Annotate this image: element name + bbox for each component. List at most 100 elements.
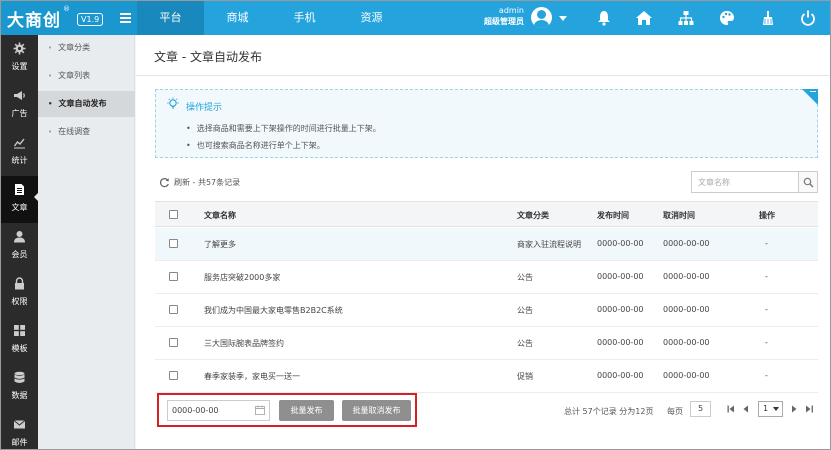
- cell-name: 三大国际腕表品牌签约: [204, 339, 284, 348]
- select-all-checkbox[interactable]: [169, 210, 178, 219]
- column-header-actions: 操作: [759, 211, 775, 220]
- search-input[interactable]: [691, 171, 799, 193]
- lightbulb-icon: [167, 97, 179, 109]
- sidebar-item-label: 统计: [11, 156, 28, 165]
- first-page-icon[interactable]: [727, 405, 736, 413]
- next-page-icon[interactable]: [791, 405, 798, 413]
- user-role: 超级管理员: [484, 17, 524, 26]
- cell-cancel-time: 0000-00-00: [663, 272, 710, 281]
- row-checkbox[interactable]: [169, 371, 178, 380]
- sidebar-item-mail[interactable]: 邮件: [1, 411, 38, 449]
- cell-name: 春季家装季，家电买一送一: [204, 372, 300, 381]
- cell-cancel-time: 0000-00-00: [663, 338, 710, 347]
- app-window: 大商创 ® V1.9 平台 商城 手机 资源 admin 超级管理员 设置 广告…: [0, 0, 831, 450]
- user-info[interactable]: admin 超级管理员: [476, 5, 524, 27]
- page-title: 文章 - 文章自动发布: [154, 50, 262, 64]
- current-page: 1: [763, 404, 769, 413]
- cell-publish-time: 0000-00-00: [597, 239, 644, 248]
- submenu-item-online-survey[interactable]: 在线调查: [38, 119, 135, 145]
- cell-category: 公告: [517, 339, 533, 348]
- table-row[interactable]: 我们成为中国最大家电零售B2B2C系统 公告 0000-00-00 0000-0…: [155, 294, 818, 327]
- sidebar-item-label: 权限: [11, 297, 28, 306]
- batch-publish-button[interactable]: 批量发布: [279, 400, 334, 421]
- main-content: 文章 - 文章自动发布 操作提示 选择商品和需要上下架操作的时间进行批量上下架。…: [136, 35, 830, 449]
- mail-icon: [13, 420, 26, 429]
- sidebar-item-members[interactable]: 会员: [1, 223, 38, 270]
- cell-publish-time: 0000-00-00: [597, 305, 644, 314]
- document-icon: [15, 184, 24, 195]
- row-checkbox[interactable]: [169, 239, 178, 248]
- cell-actions: -: [765, 305, 768, 314]
- refresh-icon[interactable]: [159, 177, 170, 188]
- sidebar-item-ads[interactable]: 广告: [1, 82, 38, 129]
- user-name: admin: [498, 6, 524, 15]
- submenu-item-article-category[interactable]: 文章分类: [38, 35, 135, 61]
- row-checkbox[interactable]: [169, 272, 178, 281]
- cell-publish-time: 0000-00-00: [597, 272, 644, 281]
- cell-actions: -: [765, 371, 768, 380]
- grid-icon: [14, 325, 25, 336]
- prev-page-icon[interactable]: [742, 405, 749, 413]
- minus-icon: [810, 91, 816, 92]
- submenu: 文章分类 文章列表 文章自动发布 在线调查: [38, 35, 135, 449]
- table-footer: 0000-00-00 批量发布 批量取消发布 总计 57个记录 分为12页 每页…: [155, 393, 818, 427]
- sidebar-item-data[interactable]: 数据: [1, 364, 38, 411]
- sidebar-item-permissions[interactable]: 权限: [1, 270, 38, 317]
- menu-toggle-icon[interactable]: [120, 13, 131, 23]
- logo-area: 大商创 ® V1.9: [1, 1, 137, 35]
- cell-name: 了解更多: [204, 240, 236, 249]
- power-icon[interactable]: [799, 9, 817, 27]
- palette-icon[interactable]: [718, 9, 736, 27]
- calendar-icon[interactable]: [255, 405, 265, 415]
- sidebar-item-articles[interactable]: 文章: [1, 176, 39, 223]
- cell-actions: -: [765, 338, 768, 347]
- pagination-total: 总计 57个记录 分为12页: [564, 407, 654, 416]
- sidebar-item-templates[interactable]: 模板: [1, 317, 38, 364]
- divider: [136, 75, 830, 76]
- chevron-down-icon[interactable]: [559, 16, 567, 21]
- batch-cancel-publish-button[interactable]: 批量取消发布: [342, 400, 411, 421]
- sitemap-icon[interactable]: [677, 9, 695, 27]
- avatar[interactable]: [531, 7, 552, 28]
- sidebar-item-label: 广告: [11, 109, 28, 118]
- bell-icon[interactable]: [595, 9, 613, 27]
- cell-category: 促销: [517, 372, 533, 381]
- nav-tab-resources[interactable]: 资源: [338, 1, 405, 35]
- table-row[interactable]: 春季家装季，家电买一送一 促销 0000-00-00 0000-00-00 -: [155, 360, 818, 393]
- nav-tab-mobile[interactable]: 手机: [271, 1, 338, 35]
- sidebar-item-stats[interactable]: 统计: [1, 129, 38, 176]
- nav-tab-platform[interactable]: 平台: [137, 1, 204, 35]
- home-icon[interactable]: [635, 9, 653, 27]
- submenu-item-auto-publish[interactable]: 文章自动发布: [38, 91, 135, 117]
- per-page-label: 每页: [667, 407, 683, 416]
- last-page-icon[interactable]: [805, 405, 814, 413]
- column-header-publish-time: 发布时间: [597, 211, 629, 220]
- nav-tab-mall[interactable]: 商城: [204, 1, 271, 35]
- column-header-cancel-time: 取消时间: [663, 211, 695, 220]
- table-header: 文章名称 文章分类 发布时间 取消时间 操作: [155, 201, 818, 227]
- row-checkbox[interactable]: [169, 305, 178, 314]
- row-checkbox[interactable]: [169, 338, 178, 347]
- broom-icon[interactable]: [759, 9, 777, 27]
- sidebar-item-label: 邮件: [11, 438, 28, 447]
- submenu-item-article-list[interactable]: 文章列表: [38, 63, 135, 89]
- user-icon: [14, 231, 25, 243]
- tips-title: 操作提示: [186, 103, 223, 113]
- version-badge: V1.9: [77, 13, 104, 26]
- cell-publish-time: 0000-00-00: [597, 338, 644, 347]
- table-row[interactable]: 三大国际腕表品牌签约 公告 0000-00-00 0000-00-00 -: [155, 327, 818, 360]
- cell-actions: -: [765, 239, 768, 248]
- table-row[interactable]: 了解更多 商家入驻流程说明 0000-00-00 0000-00-00 -: [155, 228, 818, 261]
- sidebar-item-settings[interactable]: 设置: [1, 35, 38, 82]
- chevron-down-icon: [773, 407, 779, 411]
- tip-line: 也可搜索商品名称进行单个上下架。: [186, 140, 325, 151]
- page-select[interactable]: 1: [758, 401, 783, 417]
- sidebar-item-label: 设置: [11, 62, 28, 71]
- refresh-record-count[interactable]: 刷新 - 共57条记录: [174, 177, 240, 188]
- per-page-input[interactable]: 5: [690, 401, 711, 417]
- cell-cancel-time: 0000-00-00: [663, 239, 710, 248]
- search-button[interactable]: [798, 171, 818, 193]
- tip-line: 选择商品和需要上下架操作的时间进行批量上下架。: [186, 123, 381, 134]
- table-row[interactable]: 服务店突破2000多家 公告 0000-00-00 0000-00-00 -: [155, 261, 818, 294]
- sidebar-item-label: 模板: [11, 344, 28, 353]
